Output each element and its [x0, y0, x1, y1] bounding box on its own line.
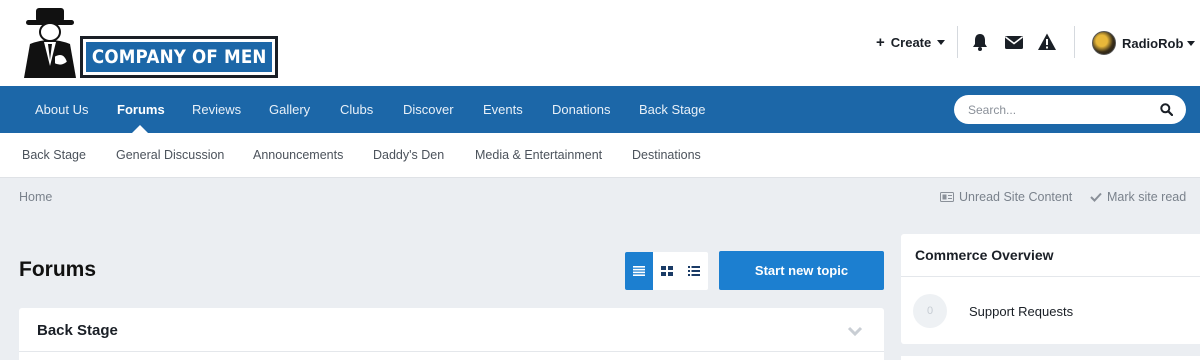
- category-divider: [19, 351, 884, 352]
- site-header: COMPANY OF MEN + Create RadioRob: [0, 0, 1200, 86]
- list-view-icon: [688, 266, 701, 276]
- nav-item-gallery[interactable]: Gallery: [269, 86, 310, 133]
- subnav-item-media-entertainment[interactable]: Media & Entertainment: [475, 133, 602, 178]
- forum-category: Back Stage: [19, 308, 884, 360]
- view-toggle: [625, 252, 708, 290]
- gangster-figure-icon: [24, 8, 76, 78]
- nav-item-back-stage[interactable]: Back Stage: [639, 86, 706, 133]
- create-button[interactable]: + Create: [876, 34, 946, 51]
- logo-wordmark: COMPANY OF MEN: [91, 46, 267, 68]
- category-title[interactable]: Back Stage: [37, 322, 118, 339]
- bell-icon[interactable]: [970, 32, 990, 52]
- widget-title: Commerce Overview: [915, 247, 1054, 263]
- nav-item-reviews[interactable]: Reviews: [192, 86, 241, 133]
- warning-icon[interactable]: [1037, 32, 1057, 52]
- caret-down-icon: [937, 40, 946, 45]
- table-view-icon: [632, 266, 645, 276]
- active-nav-indicator: [132, 125, 148, 133]
- nav-item-discover[interactable]: Discover: [403, 86, 454, 133]
- chevron-down-icon[interactable]: [847, 325, 863, 337]
- search-icon[interactable]: [1160, 103, 1173, 116]
- widget-divider: [901, 276, 1200, 277]
- list-view-button[interactable]: [680, 252, 708, 290]
- header-divider: [957, 26, 958, 58]
- create-label: Create: [890, 35, 932, 50]
- grid-view-button[interactable]: [653, 252, 681, 290]
- envelope-icon[interactable]: [1004, 32, 1024, 52]
- support-requests-count: 0: [913, 294, 947, 328]
- mark-site-read-label: Mark site read: [1107, 190, 1187, 204]
- commerce-overview-widget: Commerce Overview 0 Support Requests: [901, 234, 1200, 344]
- logo-wordmark-frame: COMPANY OF MEN: [80, 36, 278, 78]
- unread-content-label: Unread Site Content: [959, 190, 1073, 204]
- search-input[interactable]: [968, 95, 1158, 124]
- nav-item-events[interactable]: Events: [483, 86, 523, 133]
- nav-item-donations[interactable]: Donations: [552, 86, 611, 133]
- mark-site-read-link[interactable]: Mark site read: [1090, 190, 1186, 204]
- user-menu[interactable]: RadioRob: [1122, 36, 1196, 51]
- search-box: [954, 95, 1186, 124]
- grid-view-icon: [660, 266, 673, 276]
- header-divider: [1074, 26, 1075, 58]
- support-requests-link[interactable]: Support Requests: [969, 304, 1073, 319]
- primary-nav: About Us Forums Reviews Gallery Clubs Di…: [0, 86, 1200, 133]
- start-new-topic-button[interactable]: Start new topic: [719, 251, 884, 290]
- subnav-item-general-discussion[interactable]: General Discussion: [116, 133, 224, 178]
- table-view-button[interactable]: [625, 252, 653, 290]
- unread-content-link[interactable]: Unread Site Content: [940, 190, 1072, 204]
- nav-item-about-us[interactable]: About Us: [35, 86, 88, 133]
- subnav-item-back-stage[interactable]: Back Stage: [22, 133, 86, 178]
- checkmark-icon: [1090, 192, 1102, 202]
- page-title: Forums: [19, 258, 97, 281]
- secondary-nav: Back Stage General Discussion Announceme…: [0, 133, 1200, 178]
- subnav-item-daddys-den[interactable]: Daddy's Den: [373, 133, 444, 178]
- next-widget: [901, 356, 1200, 360]
- site-logo[interactable]: COMPANY OF MEN: [18, 6, 280, 78]
- username-label: RadioRob: [1122, 36, 1184, 51]
- caret-down-icon: [1187, 41, 1196, 46]
- subnav-item-announcements[interactable]: Announcements: [253, 133, 343, 178]
- breadcrumb-home[interactable]: Home: [19, 190, 52, 204]
- unread-icon: [940, 192, 954, 202]
- user-avatar[interactable]: [1092, 31, 1116, 55]
- plus-icon: +: [876, 34, 885, 51]
- subnav-item-destinations[interactable]: Destinations: [632, 133, 701, 178]
- nav-item-clubs[interactable]: Clubs: [340, 86, 373, 133]
